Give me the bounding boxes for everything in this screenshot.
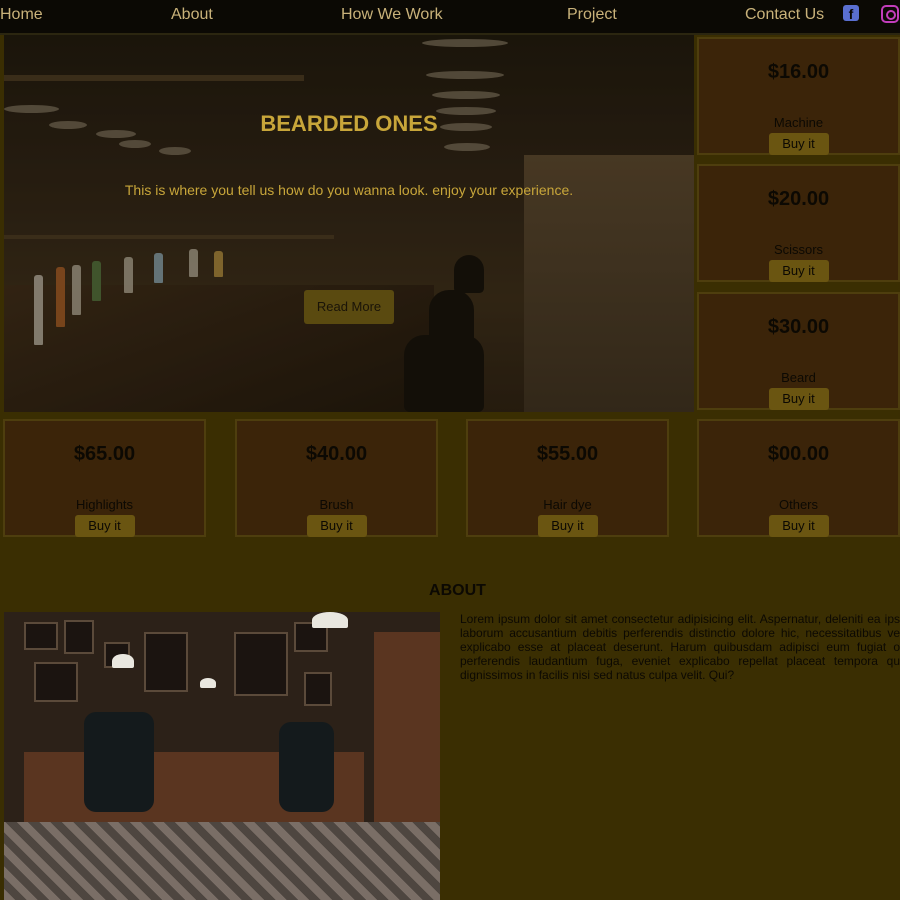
pendant-lamp (312, 612, 348, 628)
product-price: $55.00 (536, 443, 599, 465)
product-price: $40.00 (305, 443, 368, 465)
facebook-icon[interactable]: f (843, 5, 859, 22)
buy-it-button[interactable]: Buy it (768, 515, 829, 537)
pendant-lamp (112, 654, 134, 668)
product-name: Machine (773, 115, 824, 130)
buy-it-button[interactable]: Buy it (768, 133, 829, 155)
nav-contact-us-link[interactable]: Contact Us (745, 6, 824, 24)
hero-title: BEARDED ONES (260, 111, 438, 136)
buy-it-button[interactable]: Buy it (768, 260, 829, 282)
product-card: $65.00 Highlights Buy it (3, 419, 206, 537)
wall-frame (64, 620, 94, 654)
nav-project-link[interactable]: Project (567, 6, 617, 24)
wall-frame (234, 632, 288, 696)
nav-home-link[interactable]: Home (0, 6, 43, 24)
product-card: $00.00 Others Buy it (697, 419, 900, 537)
wall-frame (304, 672, 332, 706)
product-card: $55.00 Hair dye Buy it (466, 419, 669, 537)
barber-chair (84, 712, 154, 812)
tiled-floor (4, 822, 440, 900)
barbershop-photo (4, 612, 440, 900)
buy-it-button[interactable]: Buy it (74, 515, 135, 537)
read-more-button[interactable]: Read More (304, 290, 394, 324)
product-name: Others (778, 497, 818, 512)
instagram-icon[interactable] (881, 5, 899, 23)
hero-subtitle: This is where you tell us how do you wan… (124, 182, 574, 198)
product-name: Highlights (75, 497, 134, 512)
product-name: Scissors (773, 242, 824, 257)
barber-chair (279, 722, 334, 812)
about-heading: ABOUT (429, 582, 486, 599)
product-card: $40.00 Brush Buy it (235, 419, 438, 537)
product-card: $20.00 Scissors Buy it (697, 164, 900, 282)
hero-overlay (4, 35, 694, 412)
nav-about-link[interactable]: About (171, 6, 213, 24)
product-price: $20.00 (767, 188, 830, 210)
hero-banner: BEARDED ONES This is where you tell us h… (4, 35, 694, 412)
product-price: $00.00 (767, 443, 830, 465)
product-name: Hair dye (543, 497, 592, 512)
product-price: $16.00 (767, 61, 830, 83)
wall-frame (24, 622, 58, 650)
product-card: $16.00 Machine Buy it (697, 37, 900, 155)
about-text: Lorem ipsum dolor sit amet consectetur a… (460, 612, 900, 682)
buy-it-button[interactable]: Buy it (768, 388, 829, 410)
display-cabinet (374, 632, 440, 832)
top-navbar: Home About How We Work Project Contact U… (0, 0, 900, 35)
product-price: $30.00 (767, 316, 830, 338)
product-price: $65.00 (73, 443, 136, 465)
product-name: Beard (781, 370, 816, 385)
product-card: $30.00 Beard Buy it (697, 292, 900, 410)
buy-it-button[interactable]: Buy it (537, 515, 598, 537)
nav-how-we-work-link[interactable]: How We Work (341, 6, 443, 24)
wall-frame (34, 662, 78, 702)
buy-it-button[interactable]: Buy it (306, 515, 367, 537)
product-name: Brush (319, 497, 354, 512)
pendant-lamp (200, 678, 216, 688)
wall-frame (144, 632, 188, 692)
